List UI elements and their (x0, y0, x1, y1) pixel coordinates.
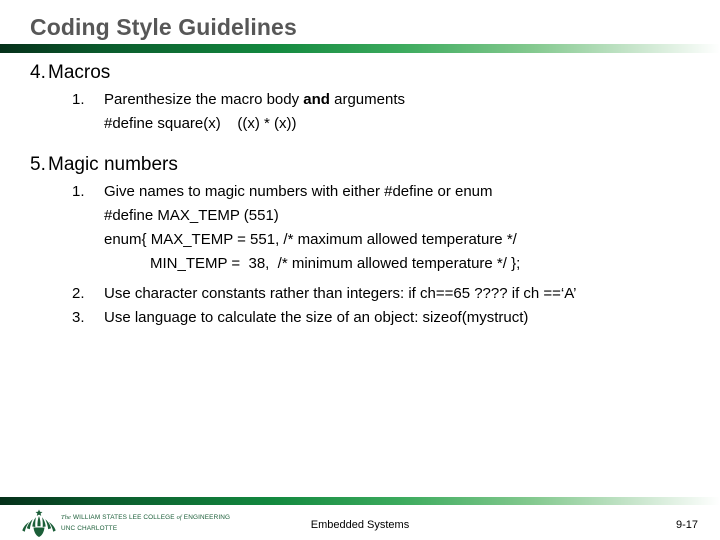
section-number: 4. (30, 62, 46, 83)
list-item-text-part: arguments (329, 91, 405, 108)
list-item-number: 1. (72, 183, 85, 200)
list-item-number: 1. (72, 91, 85, 108)
section-title: Macros (48, 62, 111, 83)
slide-footer: The WILLIAM STATES LEE COLLEGE of ENGINE… (0, 505, 720, 540)
page-title: Coding Style Guidelines (30, 14, 297, 40)
list-item-emphasis: and (303, 91, 330, 108)
list-item: 2. Use character constants rather than i… (0, 282, 720, 306)
list-item-text-part: Parenthesize the macro body (104, 91, 304, 108)
list-item: 1. Give names to magic numbers with eith… (0, 180, 720, 276)
list-item-text: Parenthesize the macro body and argument… (104, 88, 720, 112)
footer-course-label: Embedded Systems (310, 519, 410, 531)
code-line: #define square(x) ((x) * (x)) (104, 115, 297, 132)
slide: Coding Style Guidelines 4. Macros 1. Pare… (0, 0, 720, 540)
code-line: #define MAX_TEMP (551) (104, 207, 279, 224)
list-item: 1. Parenthesize the macro body and argum… (0, 88, 720, 136)
slide-content: 4. Macros 1. Parenthesize the macro body … (0, 60, 720, 330)
list-item-text: Use character constants rather than inte… (104, 285, 577, 302)
list-item: 3. Use language to calculate the size of… (0, 306, 720, 330)
header-divider (0, 44, 720, 53)
section-title: Magic numbers (48, 154, 178, 175)
list-item-text: Give names to magic numbers with either … (104, 183, 493, 200)
footer-divider (0, 497, 720, 505)
section-heading: 5. Magic numbers (0, 152, 720, 178)
section-number: 5. (30, 154, 46, 175)
list-item-number: 3. (72, 309, 85, 326)
footer-page-number: 9-17 (675, 519, 698, 531)
list-item-text: Use language to calculate the size of an… (104, 309, 529, 326)
section-heading: 4. Macros (0, 60, 720, 86)
list-item-number: 2. (72, 285, 85, 302)
code-line: enum{ MAX_TEMP = 551, /* maximum allowed… (104, 231, 517, 248)
code-line: MIN_TEMP = 38, /* minimum allowed temper… (150, 255, 521, 272)
